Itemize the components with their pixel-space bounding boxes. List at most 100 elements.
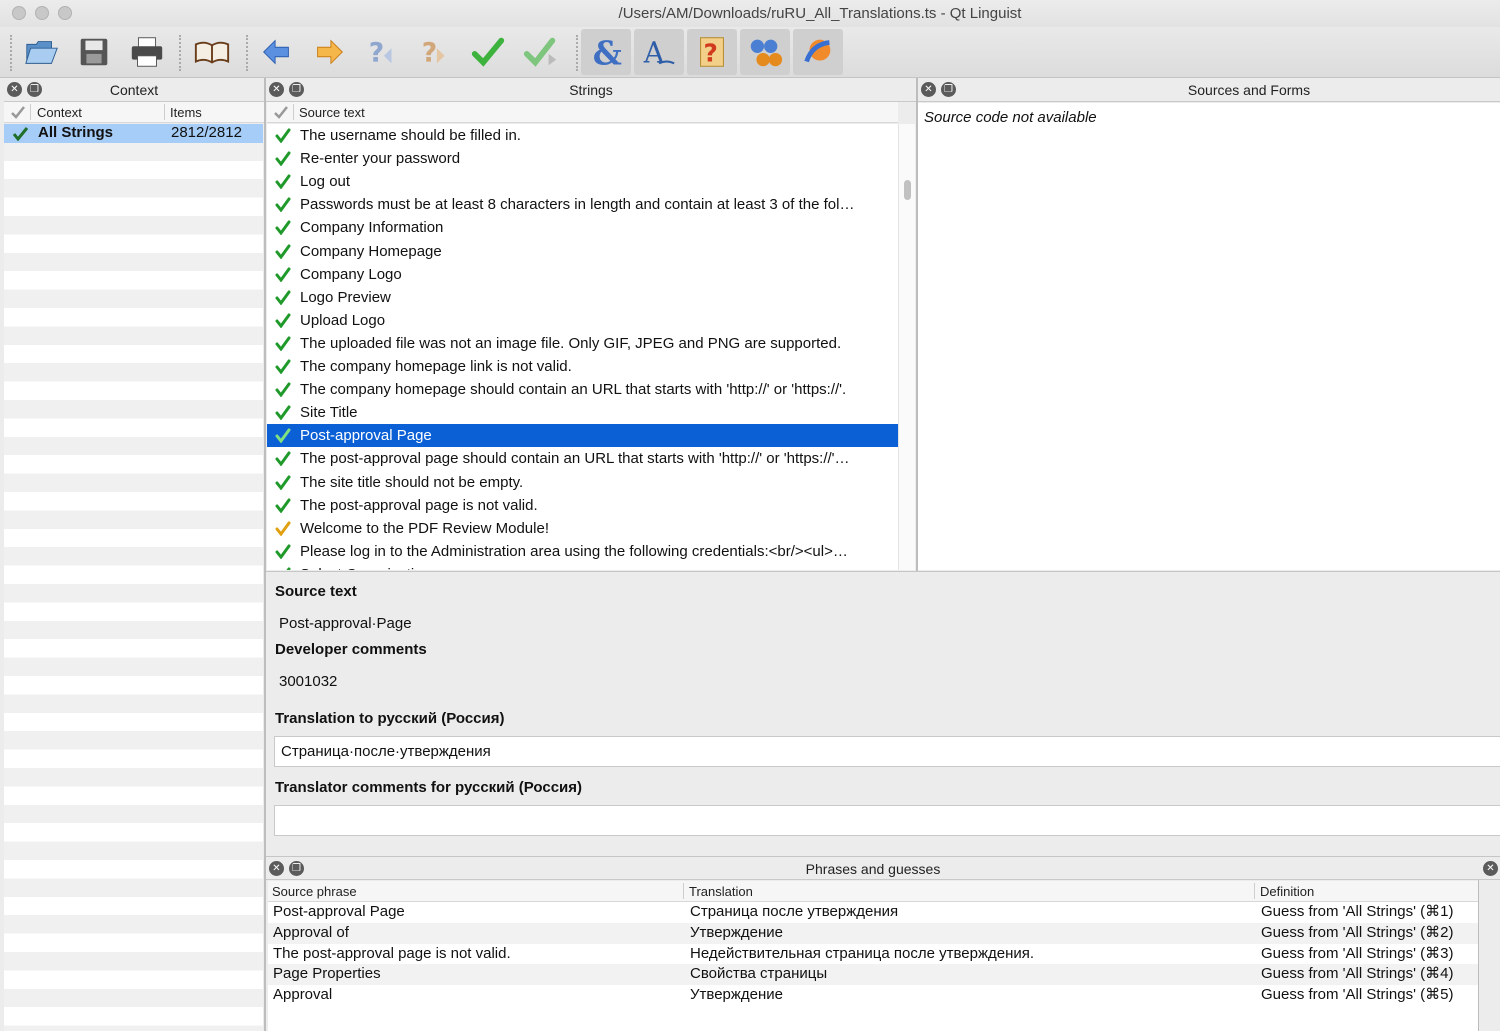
check-column-icon [274, 106, 288, 119]
next-item-icon: ? [422, 38, 445, 69]
phrase-translation: Недействительная страница после утвержде… [690, 944, 1035, 962]
phrases-list: Post-approval Page Страница после утвержд… [268, 902, 1478, 1031]
context-items-count: 2812/2812 [171, 124, 242, 141]
save-button[interactable] [69, 29, 119, 75]
string-row[interactable]: Select Organization [267, 563, 898, 570]
string-row[interactable]: Post-approval Page [267, 424, 898, 448]
string-source-text: Company Homepage [300, 242, 442, 260]
done-check-icon [275, 544, 291, 559]
column-source-text[interactable]: Source text [299, 105, 365, 120]
open-button[interactable] [17, 29, 67, 75]
strings-list: The username should be filled in. Re-ente… [267, 124, 898, 570]
panel-edge [1478, 880, 1479, 1031]
phrase-source: Approval of [273, 923, 349, 941]
strings-scrollbar[interactable] [898, 124, 915, 570]
phrase-source: The post-approval page is not valid. [273, 944, 511, 962]
string-row[interactable]: The post-approval page should contain an… [267, 447, 898, 470]
string-source-text: The company homepage link is not valid. [300, 358, 572, 375]
string-row[interactable]: Upload Logo [267, 309, 898, 332]
string-row[interactable]: The username should be filled in. [267, 124, 898, 147]
done-check-icon [275, 475, 291, 490]
placeholders-button[interactable] [740, 29, 790, 75]
done-check-icon [275, 128, 291, 143]
done-check-icon [286, 567, 291, 570]
string-row[interactable]: Passwords must be at least 8 characters … [267, 193, 898, 216]
phrase-source: Approval [273, 986, 333, 1004]
string-row[interactable]: The company homepage link is not valid. [267, 355, 898, 378]
source-message: Source code not available [924, 109, 1097, 126]
strings-panel-title: Strings [569, 82, 613, 98]
prev-unfinished-button[interactable] [252, 29, 302, 75]
done-button[interactable] [463, 29, 513, 75]
strings-table-header: Source text [267, 102, 898, 123]
punctuation-button[interactable]: A [634, 29, 684, 75]
phrase-row[interactable]: Approval Утверждение Guess from 'All Strin… [268, 985, 1478, 1006]
prev-item-button[interactable]: ? [357, 29, 407, 75]
print-button[interactable] [122, 29, 172, 75]
column-definition[interactable]: Definition [1260, 884, 1314, 899]
done-icon [471, 37, 505, 67]
phrase-row[interactable]: Post-approval Page Страница после утвержд… [268, 902, 1478, 923]
context-panel-header: ✕ ❐ Context [4, 78, 264, 102]
toolbar: ? ? & A ? [0, 27, 1500, 78]
string-source-text: The post-approval page is not valid. [300, 496, 538, 514]
surrounding-whitespace-button[interactable] [793, 29, 843, 75]
open-icon [25, 41, 58, 64]
next-unfinished-button[interactable] [304, 29, 354, 75]
close-icon[interactable]: ✕ [1483, 861, 1498, 876]
close-icon[interactable]: ✕ [921, 82, 936, 97]
string-row[interactable]: Site Title [267, 401, 898, 424]
column-translation[interactable]: Translation [689, 884, 753, 899]
developer-comments-label: Developer comments [275, 641, 427, 658]
phrasebook-button[interactable] [187, 29, 237, 75]
string-source-text: Select Organization [300, 566, 431, 570]
string-row[interactable]: Please log in to the Administration area… [267, 540, 898, 563]
svg-text:?: ? [369, 38, 384, 69]
done-check-icon [275, 313, 291, 328]
warning-check-icon [275, 521, 291, 536]
string-row[interactable]: The uploaded file was not an image file.… [267, 332, 898, 355]
string-row[interactable]: Logo Preview [267, 286, 898, 309]
phrase-matches-button[interactable]: ? [687, 29, 737, 75]
svg-text:A: A [643, 36, 665, 69]
print-icon [131, 37, 163, 67]
done-next-button[interactable] [516, 29, 566, 75]
context-row-all-strings[interactable]: All Strings 2812/2812 [4, 124, 263, 143]
context-name: All Strings [38, 124, 114, 141]
string-row[interactable]: Welcome to the PDF Review Module! [267, 517, 898, 540]
svg-text:?: ? [422, 38, 437, 69]
string-row[interactable]: Log out [267, 170, 898, 193]
done-check-icon [275, 244, 291, 259]
string-row[interactable]: The site title should not be empty. [267, 471, 898, 494]
float-icon[interactable]: ❐ [941, 82, 956, 97]
string-row[interactable]: Company Logo [267, 263, 898, 286]
column-source-phrase[interactable]: Source phrase [272, 884, 357, 899]
context-table-header: Context Items [4, 102, 264, 123]
string-row[interactable]: The post-approval page is not valid. [267, 494, 898, 517]
next-item-button[interactable]: ? [410, 29, 460, 75]
done-check-icon [275, 498, 291, 513]
accelerators-button[interactable]: & [581, 29, 631, 75]
done-check-icon [275, 336, 291, 351]
phrase-row[interactable]: Approval of Утверждение Guess from 'All St… [268, 922, 1478, 944]
phrase-row[interactable]: Page Properties Свойства страницы Guess fr… [268, 964, 1478, 986]
string-row[interactable]: The company homepage should contain an U… [267, 378, 898, 401]
column-context[interactable]: Context [37, 105, 82, 120]
scroll-thumb[interactable] [904, 180, 911, 200]
phrasebook-icon [194, 41, 230, 64]
sources-panel-header: ✕ ❐ Sources and Forms [918, 78, 1500, 102]
developer-comments-value: 3001032 [279, 673, 338, 690]
column-items[interactable]: Items [170, 105, 202, 120]
source-text-label: Source text [275, 583, 357, 600]
phrase-translation: Свойства страницы [690, 965, 828, 983]
done-check-icon [275, 174, 291, 190]
string-row[interactable]: Company Homepage [267, 240, 898, 263]
phrase-row[interactable]: The post-approval page is not valid. Неде… [268, 944, 1478, 965]
string-row[interactable]: Re-enter your password [267, 147, 898, 170]
context-panel-title: Context [109, 82, 159, 98]
string-row[interactable]: Company Information [267, 216, 898, 239]
splitter[interactable] [264, 78, 266, 1031]
translator-comments-input[interactable] [274, 805, 1500, 836]
translation-input[interactable]: Страница·после·утверждения [274, 736, 1500, 767]
punctuation-icon: A [643, 36, 675, 69]
